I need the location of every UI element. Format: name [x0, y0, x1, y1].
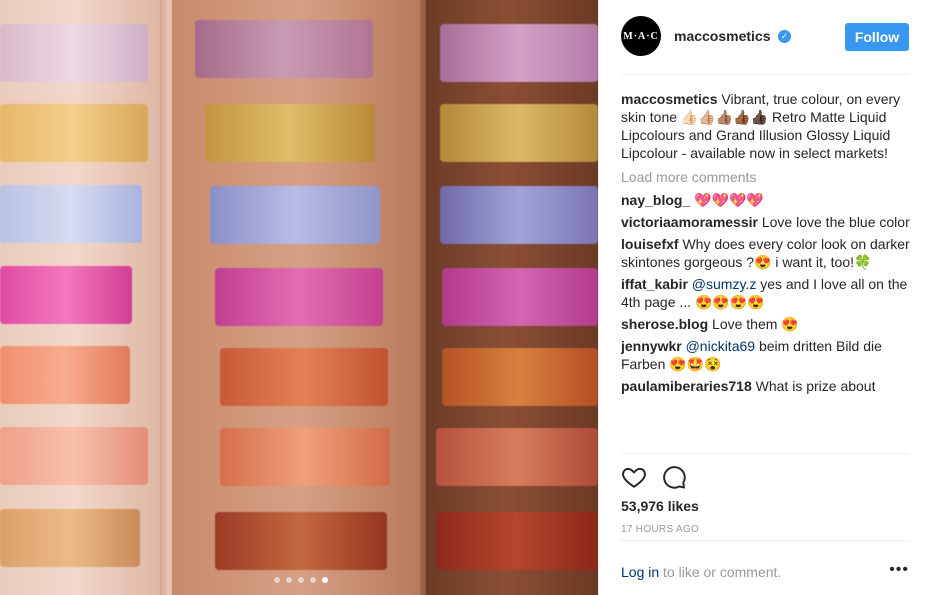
login-footer: Log in to like or comment. ••• [621, 540, 909, 595]
comment-item: iffat_kabir @sumzy.z yes and I love all … [621, 275, 911, 311]
post-caption: maccosmetics Vibrant, true colour, on ev… [621, 90, 911, 162]
comment-mention[interactable]: @nickita69 [682, 338, 755, 354]
comment-username[interactable]: iffat_kabir [621, 276, 688, 292]
comment-mention[interactable]: @sumzy.z [688, 276, 757, 292]
post-header: M·A·C maccosmetics ✓ Follow [621, 0, 909, 75]
login-prompt: Log in to like or comment. [621, 564, 781, 580]
lip-swatch [205, 104, 375, 162]
carousel-dot-active [322, 577, 328, 583]
comment-username[interactable]: louisefxf [621, 236, 679, 252]
comment-item: louisefxf Why does every color look on d… [621, 235, 911, 271]
avatar-logo-text: M·A·C [623, 30, 659, 42]
post-sidebar: M·A·C maccosmetics ✓ Follow maccosmetics… [598, 0, 931, 595]
login-prompt-text: to like or comment. [659, 564, 782, 580]
load-more-comments-link[interactable]: Load more comments [621, 168, 911, 186]
carousel-dot [274, 577, 280, 583]
comment-item: nay_blog_ 💖💖💖💖 [621, 191, 911, 209]
carousel-dot [310, 577, 316, 583]
comment-username[interactable]: jennywkr [621, 338, 682, 354]
login-link[interactable]: Log in [621, 564, 659, 580]
lip-swatch [440, 104, 598, 162]
comments-list[interactable]: maccosmetics Vibrant, true colour, on ev… [621, 90, 911, 454]
lip-swatch [440, 24, 598, 82]
lip-swatch [0, 24, 148, 82]
comment-username[interactable]: sherose.blog [621, 316, 708, 332]
likes-count[interactable]: 53,976 likes [621, 498, 699, 514]
lip-swatch [215, 512, 387, 570]
lip-swatch [220, 428, 390, 486]
comment-item: paulamiberaries718 What is prize about [621, 377, 911, 395]
avatar[interactable]: M·A·C [621, 16, 661, 56]
comment-text: Love love the blue color [757, 214, 910, 230]
comment-item: victoriaamoramessir Love love the blue c… [621, 213, 911, 231]
heart-outline-icon[interactable] [621, 464, 647, 490]
lip-swatch [0, 427, 148, 485]
comment-text: Love them 😍 [708, 316, 799, 332]
lip-swatch [215, 268, 383, 326]
lip-swatch [195, 20, 373, 78]
lip-swatch [0, 185, 142, 243]
lip-swatch [220, 348, 388, 406]
lip-swatch [436, 428, 598, 486]
carousel-indicator [274, 577, 328, 583]
caption-username[interactable]: maccosmetics [621, 91, 718, 107]
post-actions: 53,976 likes 17 HOURS AGO [621, 453, 909, 535]
comment-text: 💖💖💖💖 [690, 192, 764, 208]
verified-badge-icon: ✓ [778, 30, 791, 43]
lip-swatch [0, 104, 148, 162]
more-options-icon[interactable]: ••• [889, 561, 909, 579]
comment-username[interactable]: victoriaamoramessir [621, 214, 758, 230]
lip-swatch [0, 266, 132, 324]
comment-text: What is prize about [751, 378, 876, 394]
comment-username[interactable]: nay_blog_ [621, 192, 690, 208]
comment-username[interactable]: paulamiberaries718 [621, 378, 752, 394]
lip-swatch [0, 509, 140, 567]
lip-swatch [210, 186, 380, 244]
post-username[interactable]: maccosmetics [674, 28, 771, 44]
carousel-dot [286, 577, 292, 583]
lip-swatch [436, 512, 598, 570]
speech-bubble-icon[interactable] [661, 464, 687, 490]
comment-item: sherose.blog Love them 😍 [621, 315, 911, 333]
lip-swatch [440, 186, 598, 244]
lip-swatch [0, 346, 130, 404]
post-image[interactable] [0, 0, 598, 595]
lip-swatch [442, 348, 598, 406]
carousel-dot [298, 577, 304, 583]
follow-button[interactable]: Follow [845, 23, 909, 51]
post-timestamp[interactable]: 17 HOURS AGO [621, 524, 699, 535]
lip-swatch [442, 268, 598, 326]
comment-item: jennywkr @nickita69 beim dritten Bild di… [621, 337, 911, 373]
